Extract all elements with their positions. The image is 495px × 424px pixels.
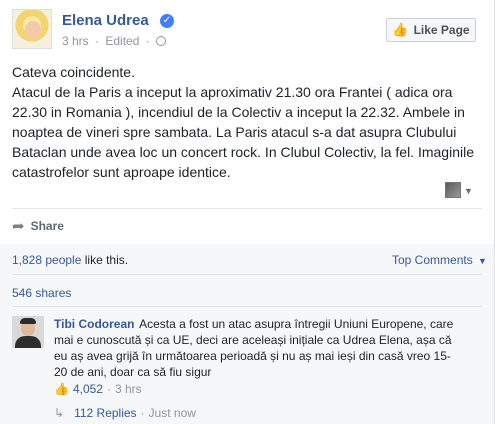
chevron-down-icon: ▼	[478, 256, 487, 266]
replies-link[interactable]: 112 Replies	[74, 406, 136, 420]
like-page-button[interactable]: 👍 Like Page	[386, 18, 476, 42]
likes-suffix: like this.	[84, 253, 129, 267]
post-header: Elena Udrea ✓ 3 hrs · Edited · 👍 Like Pa…	[12, 8, 482, 52]
commenter-avatar[interactable]	[12, 316, 44, 348]
feedback-section: 1,828 people like this. Top Comments ▼ 5…	[0, 244, 494, 424]
divider	[12, 306, 482, 307]
comment-like-count[interactable]: 4,052	[73, 382, 103, 396]
likes-count-link[interactable]: 1,828 people	[12, 253, 81, 267]
author-name[interactable]: Elena Udrea	[62, 12, 149, 29]
post-timestamp[interactable]: 3 hrs	[62, 34, 89, 48]
reply-arrow-icon: ↳	[54, 406, 65, 420]
thumbs-up-icon: 👍	[54, 382, 69, 396]
post-paragraph-1: Cateva coincidente.	[12, 64, 135, 80]
share-arrow-icon: ➦	[12, 218, 25, 235]
likes-summary: 1,828 people like this.	[12, 253, 128, 267]
share-button[interactable]: ➦ Share	[12, 216, 64, 236]
replies-row[interactable]: ↳ 112 Replies · Just now	[54, 406, 196, 420]
globe-icon[interactable]	[156, 36, 167, 46]
post-body: Cateva coincidente. Atacul de la Paris a…	[12, 62, 482, 182]
chevron-down-icon[interactable]: ▼	[464, 186, 473, 196]
replies-time: Just now	[148, 406, 196, 420]
divider	[12, 208, 482, 209]
divider	[12, 274, 482, 275]
author-avatar[interactable]	[12, 9, 52, 49]
page-selector-avatar[interactable]	[445, 182, 461, 198]
top-comments-dropdown[interactable]: Top Comments ▼	[392, 253, 487, 267]
shares-link[interactable]: 546 shares	[12, 286, 71, 300]
comment-meta: 👍 4,052 · 3 hrs	[54, 382, 142, 396]
edited-label[interactable]: Edited	[105, 34, 139, 48]
post-paragraph-2: Atacul de la Paris a inceput la aproxima…	[12, 84, 474, 180]
thumbs-up-icon: 👍	[392, 22, 409, 37]
facebook-post: Elena Udrea ✓ 3 hrs · Edited · 👍 Like Pa…	[0, 0, 495, 424]
comment-timestamp[interactable]: 3 hrs	[115, 382, 142, 396]
comment-body: Tibi Codorean Acesta a fost un atac asup…	[54, 316, 464, 380]
post-meta: 3 hrs · Edited ·	[62, 34, 169, 48]
commenter-name[interactable]: Tibi Codorean	[54, 317, 134, 331]
verified-badge-icon: ✓	[160, 14, 174, 28]
share-label: Share	[30, 219, 64, 233]
like-page-label: Like Page	[413, 23, 470, 37]
